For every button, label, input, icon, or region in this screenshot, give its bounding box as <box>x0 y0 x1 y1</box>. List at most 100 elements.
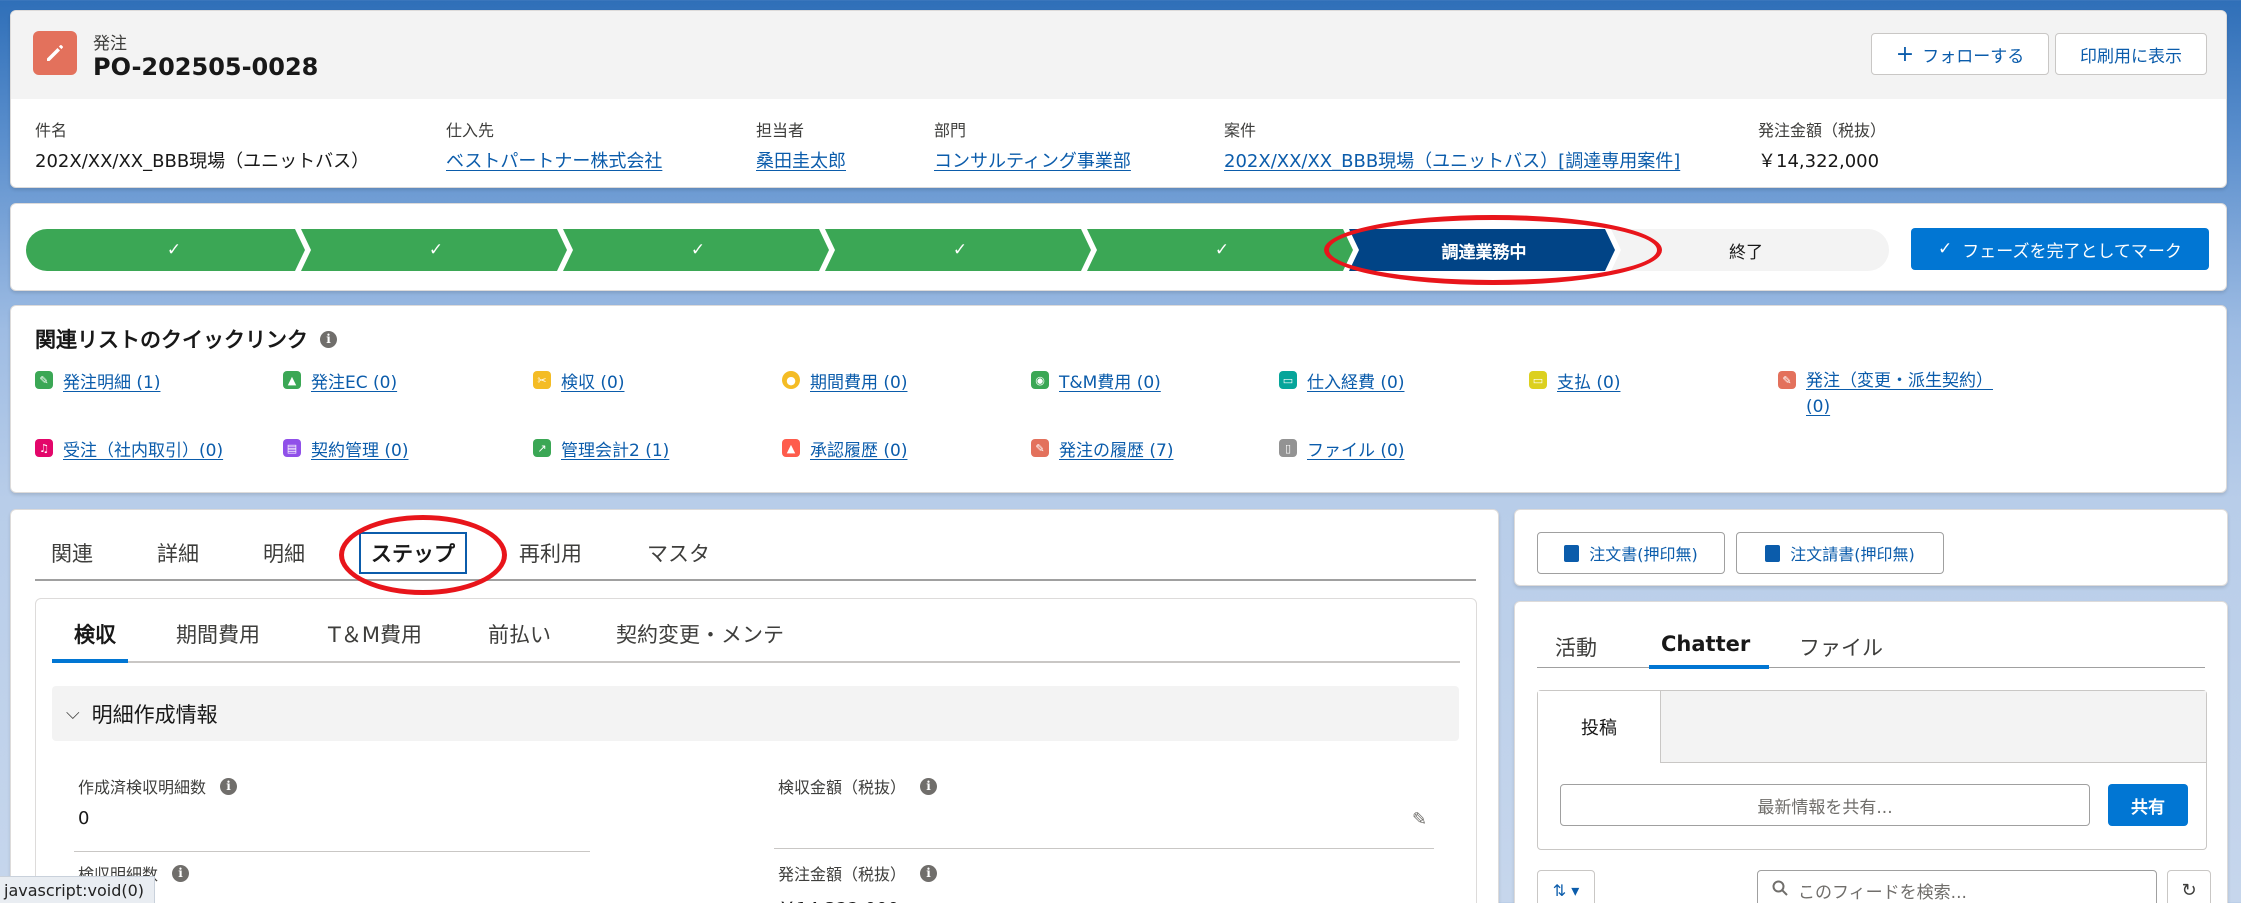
quick-link-internal-order[interactable]: ♫ 受注（社内取引）(0) <box>35 436 223 461</box>
info-icon[interactable]: i <box>172 864 190 882</box>
follow-label: フォローする <box>1922 46 2025 67</box>
publisher-tab-strip <box>1661 691 2206 763</box>
refresh-icon: ↻ <box>2181 879 2197 901</box>
field-label: 発注金額（税抜） i <box>778 861 938 885</box>
info-icon[interactable]: i <box>920 864 938 882</box>
project-link[interactable]: 202X/XX/XX_BBB現場（ユニットバス）[調達専用案件] <box>1224 147 1680 173</box>
ec-icon: ▲ <box>283 371 301 389</box>
post-tab[interactable]: 投稿 <box>1538 691 1661 763</box>
section-header[interactable]: ⌵ 明細作成情報 <box>52 686 1459 741</box>
quick-link-purchase-expense[interactable]: ▭ 仕入経費 (0) <box>1279 368 1404 393</box>
quick-link-label[interactable]: 発注明細 (1) <box>63 368 160 393</box>
quick-link-label[interactable]: 支払 (0) <box>1557 368 1620 393</box>
tab-files[interactable]: ファイル <box>1799 632 1883 662</box>
quick-links-card: 関連リストのクイックリンク i ✎ 発注明細 (1) ▲ 発注EC (0) ✂ … <box>10 305 2227 493</box>
quick-link-line-items[interactable]: ✎ 発注明細 (1) <box>35 368 160 393</box>
subtab-divider <box>52 661 1460 663</box>
quick-link-payment[interactable]: ▭ 支払 (0) <box>1529 368 1620 393</box>
main-tabset-card: 関連 詳細 明細 ステップ 再利用 マスタ 検収 期間費用 T＆M費用 前払い … <box>10 509 1499 903</box>
field-label: 担当者 <box>756 121 805 140</box>
tab-steps[interactable]: ステップ <box>359 532 467 574</box>
payment-icon: ▭ <box>1529 371 1547 389</box>
quick-link-label[interactable]: ファイル (0) <box>1307 436 1404 461</box>
music-icon: ♫ <box>35 439 53 457</box>
search-icon <box>1772 880 1788 901</box>
path-bar: ✓ ✓ ✓ ✓ ✓ 調達業務中 終了 ✓ フェーズを完了としてマーク <box>10 203 2227 291</box>
order-acceptance-button[interactable]: 注文請書(押印無) <box>1736 532 1944 574</box>
tab-reuse[interactable]: 再利用 <box>519 538 582 568</box>
quick-link-files[interactable]: ▯ ファイル (0) <box>1279 436 1404 461</box>
quick-link-label[interactable]: 発注EC (0) <box>311 368 397 393</box>
feed-search-input[interactable]: このフィードを検索... <box>1757 870 2157 903</box>
record-name: PO-202505-0028 <box>93 53 319 81</box>
tab-chatter[interactable]: Chatter <box>1661 632 1750 656</box>
field-label: 作成済検収明細数 i <box>78 774 238 798</box>
follow-button[interactable]: + フォローする <box>1871 33 2049 75</box>
quick-link-label[interactable]: 仕入経費 (0) <box>1307 368 1404 393</box>
tab-divider <box>1537 667 2205 668</box>
section-title: 明細作成情報 <box>91 702 218 727</box>
tab-related[interactable]: 関連 <box>51 538 93 568</box>
object-type-label: 発注 <box>93 34 127 54</box>
subtab-tm-cost[interactable]: T＆M費用 <box>328 619 422 649</box>
field-label: 発注金額（税抜） <box>1758 121 1887 140</box>
field-created-count: 作成済検収明細数 i 0 <box>78 774 238 829</box>
field-supplier: 仕入先 ベストパートナー株式会社 <box>446 117 662 173</box>
quick-link-change-order[interactable]: ✎ 発注（変更・派生契約）(0) <box>1778 368 1998 420</box>
info-icon[interactable]: i <box>220 777 238 795</box>
quick-link-label[interactable]: 管理会計2 (1) <box>561 436 669 461</box>
quick-link-ec[interactable]: ▲ 発注EC (0) <box>283 368 397 393</box>
quick-link-contract[interactable]: ▤ 契約管理 (0) <box>283 436 408 461</box>
refresh-button[interactable]: ↻ <box>2167 870 2211 903</box>
pencil-icon: ✎ <box>1778 371 1796 389</box>
quick-link-label[interactable]: T&M費用 (0) <box>1059 368 1161 393</box>
tab-activity[interactable]: 活動 <box>1555 632 1597 662</box>
tab-master[interactable]: マスタ <box>647 538 710 568</box>
supplier-link[interactable]: ベストパートナー株式会社 <box>446 147 662 173</box>
feed-search-placeholder: このフィードを検索... <box>1798 882 1967 903</box>
subtab-period-cost[interactable]: 期間費用 <box>176 619 260 649</box>
share-input[interactable]: 最新情報を共有... <box>1560 784 2090 826</box>
quick-link-order-history[interactable]: ✎ 発注の履歴 (7) <box>1031 436 1173 461</box>
field-inspection-amount: 検収金額（税抜） i <box>778 774 938 808</box>
check-icon: ✓ <box>1214 240 1230 260</box>
quick-link-approval[interactable]: ▲ 承認履歴 (0) <box>782 436 907 461</box>
quick-link-label[interactable]: 承認履歴 (0) <box>810 436 907 461</box>
mark-complete-button[interactable]: ✓ フェーズを完了としてマーク <box>1911 228 2209 270</box>
contract-icon: ▤ <box>283 439 301 457</box>
owner-link[interactable]: 桑田圭太郎 <box>756 147 846 173</box>
field-divider <box>774 848 1434 849</box>
print-view-button[interactable]: 印刷用に表示 <box>2055 33 2207 75</box>
steps-panel: 検収 期間費用 T＆M費用 前払い 契約変更・メンテ ⌵ 明細作成情報 作成済検… <box>35 598 1477 903</box>
quick-link-inspection[interactable]: ✂ 検収 (0) <box>533 368 624 393</box>
order-document-button[interactable]: 注文書(押印無) <box>1537 532 1725 574</box>
subtab-inspection[interactable]: 検収 <box>74 619 116 649</box>
tab-line-items[interactable]: 明細 <box>263 538 305 568</box>
chevron-down-icon: ⌵ <box>66 703 80 724</box>
quick-link-accounting[interactable]: ↗ 管理会計2 (1) <box>533 436 669 461</box>
tab-details[interactable]: 詳細 <box>157 538 199 568</box>
quick-link-label[interactable]: 発注の履歴 (7) <box>1059 436 1173 461</box>
document-icon <box>1765 544 1781 562</box>
sort-button[interactable]: ⇅ ▾ <box>1537 870 1595 903</box>
field-label: 検収金額（税抜） i <box>778 774 938 798</box>
inspection-amount-label: 検収金額（税抜） <box>778 778 907 797</box>
quick-link-label[interactable]: 検収 (0) <box>561 368 624 393</box>
info-icon[interactable]: i <box>320 330 337 348</box>
tm-cost-icon: ◉ <box>1031 371 1049 389</box>
department-link[interactable]: コンサルティング事業部 <box>934 147 1131 173</box>
quick-link-tm-cost[interactable]: ◉ T&M費用 (0) <box>1031 368 1161 393</box>
browser-status-bar: javascript:void(0) <box>0 876 156 903</box>
quick-link-label[interactable]: 契約管理 (0) <box>311 436 408 461</box>
info-icon[interactable]: i <box>920 777 938 795</box>
subtab-prepayment[interactable]: 前払い <box>488 619 551 649</box>
mark-complete-label: フェーズを完了としてマーク <box>1962 241 2182 262</box>
subtab-contract-change[interactable]: 契約変更・メンテ <box>616 619 784 649</box>
quick-link-period-cost[interactable]: ● 期間費用 (0) <box>782 368 907 393</box>
quick-link-label[interactable]: 期間費用 (0) <box>810 368 907 393</box>
edit-pencil-icon[interactable]: ✎ <box>1412 809 1427 830</box>
quick-link-label[interactable]: 受注（社内取引）(0) <box>63 436 223 461</box>
share-button[interactable]: 共有 <box>2108 784 2188 826</box>
line-items-icon: ✎ <box>35 371 53 389</box>
quick-link-label[interactable]: 発注（変更・派生契約）(0) <box>1806 368 1998 420</box>
